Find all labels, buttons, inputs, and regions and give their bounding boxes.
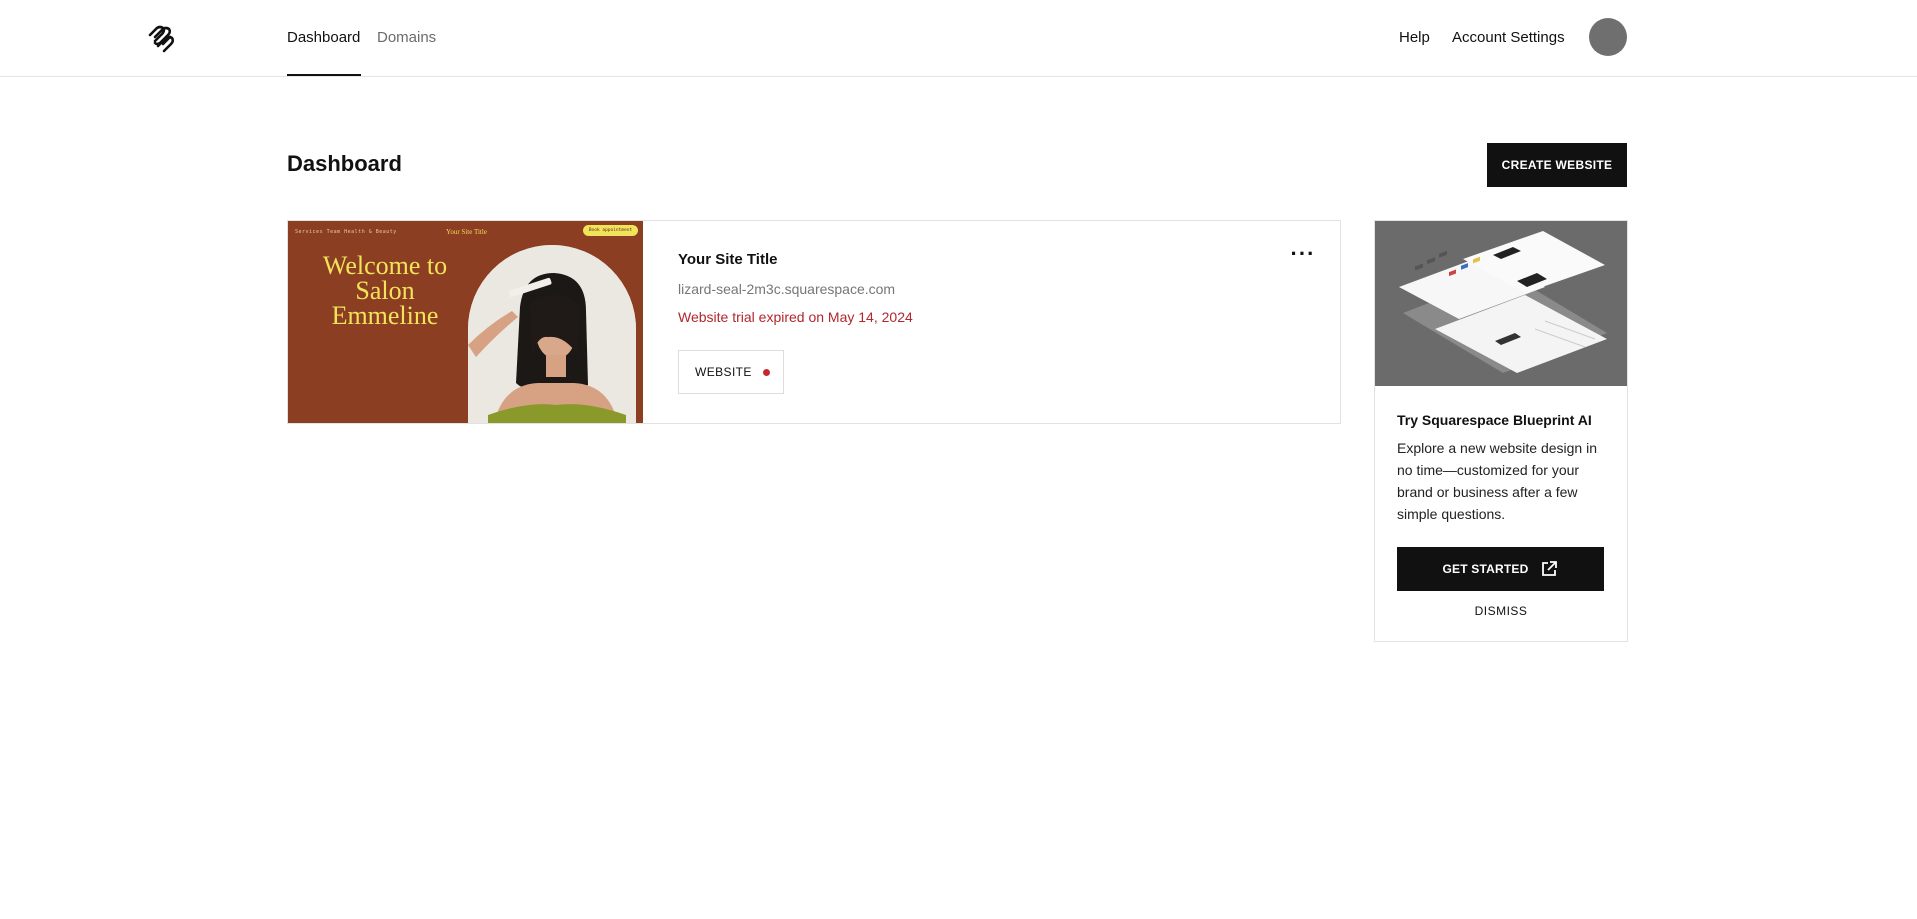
site-name[interactable]: Your Site Title: [678, 251, 777, 268]
thumbnail-book-button: Book appointment: [583, 225, 638, 236]
page-title: Dashboard: [287, 151, 402, 176]
help-link[interactable]: Help: [1399, 29, 1430, 46]
thumbnail-nav-text: Services Team Health & Beauty: [295, 229, 397, 235]
dismiss-button[interactable]: DISMISS: [1375, 604, 1627, 618]
create-website-button[interactable]: CREATE WEBSITE: [1487, 143, 1627, 187]
layered-website-illustration: [1375, 221, 1627, 386]
more-options-icon[interactable]: ···: [1288, 243, 1318, 269]
external-link-icon: [1542, 561, 1558, 576]
site-card: Services Team Health & Beauty Your Site …: [287, 220, 1341, 424]
status-dot-icon: [762, 368, 770, 376]
get-started-label: GET STARTED: [1442, 562, 1529, 576]
website-badge-label: WEBSITE: [695, 365, 752, 379]
promo-title: Try Squarespace Blueprint AI: [1397, 412, 1592, 428]
promo-description: Explore a new website design in no time—…: [1397, 440, 1598, 522]
promo-image: [1375, 221, 1627, 386]
site-thumbnail[interactable]: Services Team Health & Beauty Your Site …: [288, 221, 643, 423]
thumbnail-photo: [468, 245, 636, 423]
thumbnail-site-title: Your Site Title: [446, 228, 487, 236]
website-badge-button[interactable]: WEBSITE: [678, 350, 784, 394]
site-status: Website trial expired on May 14, 2024: [678, 309, 913, 325]
user-avatar[interactable]: [1589, 18, 1627, 56]
blueprint-promo-card: Try Squarespace Blueprint AI Explore a n…: [1374, 220, 1628, 642]
active-tab-indicator: [287, 74, 361, 76]
tab-domains[interactable]: Domains: [377, 29, 436, 46]
portrait-illustration: [468, 245, 636, 423]
tab-dashboard[interactable]: Dashboard: [287, 29, 360, 46]
top-navigation: Dashboard Domains Help Account Settings: [0, 0, 1917, 77]
thumbnail-hero-text: Welcome to Salon Emmeline: [322, 251, 448, 330]
account-settings-link[interactable]: Account Settings: [1452, 29, 1565, 46]
squarespace-logo-icon[interactable]: [146, 25, 180, 53]
get-started-button[interactable]: GET STARTED: [1397, 547, 1604, 591]
site-domain[interactable]: lizard-seal-2m3c.squarespace.com: [678, 281, 895, 297]
